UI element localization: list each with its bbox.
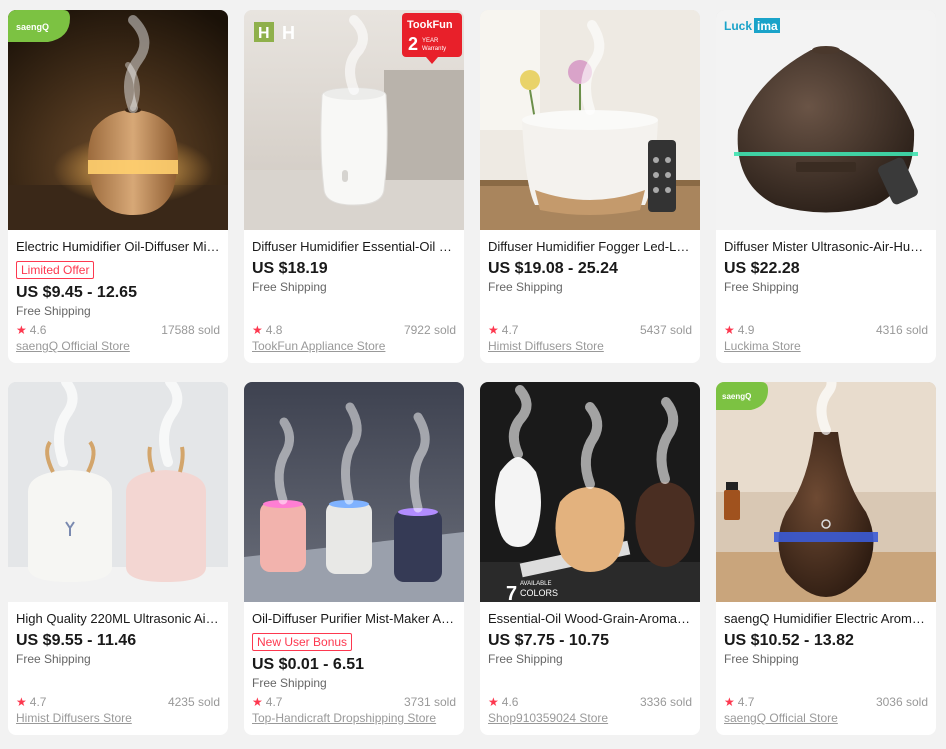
product-title[interactable]: Diffuser Mister Ultrasonic-Air-Humidifie… <box>724 238 928 256</box>
store-link[interactable]: Himist Diffusers Store <box>16 710 220 726</box>
caption-number: 7 <box>506 583 517 602</box>
sold-count: 3336 sold <box>639 695 692 709</box>
product-title[interactable]: Essential-Oil Wood-Grain-Aroma-Diffuser <box>488 610 692 628</box>
rating-value: 4.6 <box>501 695 519 709</box>
sold-count: 4316 sold <box>875 323 928 337</box>
product-title[interactable]: Electric Humidifier Oil-Diffuser Mist-Ma… <box>16 238 220 256</box>
star-icon: ★ <box>724 323 735 337</box>
svg-text:Luck: Luck <box>724 19 752 33</box>
product-card[interactable]: Luck ima Diffuser Mister Ultrasonic-Air-… <box>716 10 936 363</box>
product-card[interactable]: Diffuser Humidifier Fogger Led-Lamp US $… <box>480 10 700 363</box>
sold-count: 17588 sold <box>161 323 220 337</box>
product-card[interactable]: saengQ Electric Humidifier Oil-Diffuser … <box>8 10 228 363</box>
shipping-info: Free Shipping <box>16 652 91 666</box>
product-card[interactable]: 7 AVAILABLE COLORS Essential-Oil Wood-Gr… <box>480 382 700 735</box>
shipping-info: Free Shipping <box>488 652 563 666</box>
product-image[interactable] <box>480 10 700 230</box>
product-rating: ★ 4.6 <box>16 322 46 338</box>
shipping-info: Free Shipping <box>724 652 799 666</box>
product-image[interactable] <box>8 382 228 602</box>
product-price: US $9.45 - 12.65 <box>16 284 137 301</box>
product-price: US $7.75 - 10.75 <box>488 632 609 649</box>
shipping-info: Free Shipping <box>488 280 563 294</box>
svg-text:H: H <box>258 25 270 42</box>
star-icon: ★ <box>16 323 27 337</box>
product-title[interactable]: saengQ Humidifier Electric Aroma Diffuse… <box>724 610 928 628</box>
store-link[interactable]: saengQ Official Store <box>724 710 928 726</box>
star-icon: ★ <box>252 323 263 337</box>
svg-text:ima: ima <box>757 19 778 33</box>
rating-value: 4.7 <box>265 695 283 709</box>
svg-text:H: H <box>282 23 295 43</box>
star-icon: ★ <box>488 323 499 337</box>
star-icon: ★ <box>488 695 499 709</box>
rating-value: 4.9 <box>737 323 755 337</box>
product-rating: ★ 4.6 <box>488 694 518 710</box>
product-title[interactable]: Diffuser Humidifier Essential-Oil Ultras… <box>252 238 456 256</box>
product-price: US $18.19 <box>252 260 328 277</box>
product-image[interactable]: saengQ <box>716 382 936 602</box>
product-rating: ★ 4.7 <box>252 694 282 710</box>
svg-text:saengQ: saengQ <box>722 392 751 401</box>
promo-badge: New User Bonus <box>252 633 353 651</box>
product-image[interactable]: 7 AVAILABLE COLORS <box>480 382 700 602</box>
shipping-info: Free Shipping <box>252 280 327 294</box>
shipping-info: Free Shipping <box>724 280 799 294</box>
product-image[interactable]: saengQ <box>8 10 228 230</box>
product-image[interactable]: Luck ima <box>716 10 936 230</box>
product-price: US $22.28 <box>724 260 800 277</box>
product-rating: ★ 4.8 <box>252 322 282 338</box>
product-price: US $10.52 - 13.82 <box>724 632 854 649</box>
sold-count: 5437 sold <box>639 323 692 337</box>
product-title[interactable]: Diffuser Humidifier Fogger Led-Lamp <box>488 238 692 256</box>
product-price: US $19.08 - 25.24 <box>488 260 618 277</box>
star-icon: ★ <box>724 695 735 709</box>
svg-text:Warranty: Warranty <box>422 46 446 52</box>
star-icon: ★ <box>252 695 263 709</box>
shipping-info: Free Shipping <box>252 676 327 690</box>
svg-text:2: 2 <box>408 34 418 54</box>
caption-line-2: COLORS <box>520 588 558 598</box>
store-link[interactable]: saengQ Official Store <box>16 338 220 354</box>
product-rating: ★ 4.7 <box>488 322 518 338</box>
svg-text:saengQ: saengQ <box>16 22 49 32</box>
svg-text:YEAR: YEAR <box>422 38 439 44</box>
store-link[interactable]: TookFun Appliance Store <box>252 338 456 354</box>
rating-value: 4.7 <box>501 323 519 337</box>
product-card[interactable]: High Quality 220ML Ultrasonic Air Humidi… <box>8 382 228 735</box>
product-title[interactable]: Oil-Diffuser Purifier Mist-Maker Aroma <box>252 610 456 628</box>
sold-count: 3731 sold <box>403 695 456 709</box>
caption-line-1: AVAILABLE <box>520 581 551 587</box>
product-card[interactable]: saengQ saengQ Humidifier Electric Aroma … <box>716 382 936 735</box>
product-price: US $0.01 - 6.51 <box>252 656 365 673</box>
store-link[interactable]: Top-Handicraft Dropshipping Store <box>252 710 456 726</box>
star-icon: ★ <box>16 695 27 709</box>
svg-text:TookFun: TookFun <box>407 19 453 31</box>
product-grid: saengQ Electric Humidifier Oil-Diffuser … <box>0 0 946 749</box>
store-link[interactable]: Luckima Store <box>724 338 928 354</box>
product-rating: ★ 4.9 <box>724 322 754 338</box>
product-rating: ★ 4.7 <box>16 694 46 710</box>
product-card[interactable]: H H TookFun 2 YEAR Warranty Diffuser Hum… <box>244 10 464 363</box>
rating-value: 4.7 <box>29 695 47 709</box>
promo-badge: Limited Offer <box>16 261 95 279</box>
sold-count: 4235 sold <box>167 695 220 709</box>
store-link[interactable]: Shop910359024 Store <box>488 710 692 726</box>
sold-count: 7922 sold <box>403 323 456 337</box>
sold-count: 3036 sold <box>875 695 928 709</box>
rating-value: 4.8 <box>265 323 283 337</box>
shipping-info: Free Shipping <box>16 304 91 318</box>
product-image[interactable] <box>244 382 464 602</box>
rating-value: 4.6 <box>29 323 47 337</box>
rating-value: 4.7 <box>737 695 755 709</box>
product-rating: ★ 4.7 <box>724 694 754 710</box>
product-card[interactable]: Oil-Diffuser Purifier Mist-Maker Aroma N… <box>244 382 464 735</box>
store-link[interactable]: Himist Diffusers Store <box>488 338 692 354</box>
product-image[interactable]: H H TookFun 2 YEAR Warranty <box>244 10 464 230</box>
product-title[interactable]: High Quality 220ML Ultrasonic Air Humidi… <box>16 610 220 628</box>
product-price: US $9.55 - 11.46 <box>16 632 137 649</box>
